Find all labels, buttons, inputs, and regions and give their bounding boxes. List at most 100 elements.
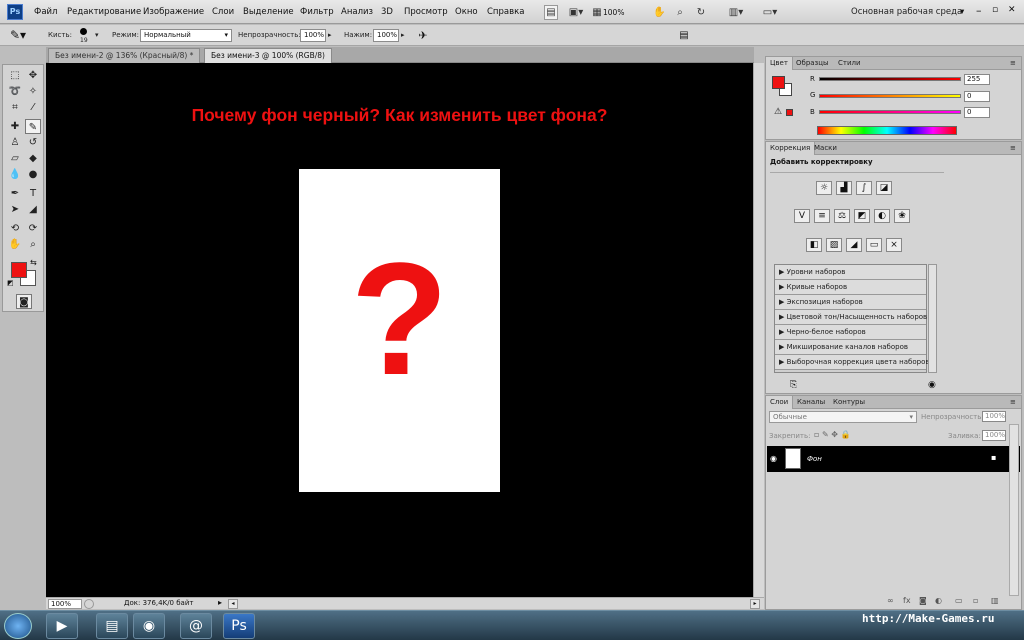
link-layers-icon[interactable]: ∞ xyxy=(887,596,894,605)
foreground-color-swatch[interactable] xyxy=(11,262,27,278)
default-colors-icon[interactable]: ◩ xyxy=(7,279,14,287)
doc-tab-2[interactable]: Без имени-3 @ 100% (RGB/8) xyxy=(204,48,332,63)
3d-rotate-icon[interactable]: ⟲ xyxy=(7,221,23,236)
menu-3d[interactable]: 3D xyxy=(381,7,393,17)
channel-r-value[interactable]: 255 xyxy=(964,74,990,85)
preset-black-white[interactable]: ▶ Черно-белое наборов xyxy=(775,325,926,340)
quick-mask-icon[interactable]: ◙ xyxy=(16,294,32,309)
clip-to-layer-icon[interactable]: ⎘ xyxy=(790,380,797,390)
posterize-icon[interactable]: ▨ xyxy=(826,238,842,252)
new-group-icon[interactable]: ▭ xyxy=(955,596,963,605)
threshold-icon[interactable]: ◢ xyxy=(846,238,862,252)
panel-menu-icon[interactable]: ≡ xyxy=(1006,142,1020,155)
explorer-icon[interactable]: ▤ xyxy=(96,613,128,639)
vibrance-icon[interactable]: V xyxy=(794,209,810,223)
eraser-icon[interactable]: ▱ xyxy=(7,151,23,166)
menu-edit[interactable]: Редактирование xyxy=(67,7,141,17)
mail-agent-icon[interactable]: @ xyxy=(180,613,212,639)
dodge-tool-icon[interactable]: ● xyxy=(25,167,41,182)
zoom-level[interactable]: 100% xyxy=(603,8,624,17)
workspace-switcher[interactable]: Основная рабочая среда xyxy=(851,7,962,17)
channel-mixer-icon[interactable]: ❀ xyxy=(894,209,910,223)
3d-orbit-icon[interactable]: ⟳ xyxy=(25,221,41,236)
lock-icons[interactable]: ▫ ✎ ✥ 🔒 xyxy=(814,430,850,439)
zoom-tool-icon[interactable]: ⌕ xyxy=(673,5,687,20)
status-menu-icon[interactable]: ▸ xyxy=(218,598,222,607)
clone-stamp-icon[interactable]: ♙ xyxy=(7,135,23,150)
layer-row[interactable]: ◉ Фон ▪ xyxy=(767,446,1020,472)
new-layer-icon[interactable]: ▫ xyxy=(973,596,978,605)
channel-r-slider[interactable] xyxy=(819,77,961,81)
tab-paths[interactable]: Контуры xyxy=(829,396,869,409)
photoshop-taskbar-icon[interactable]: Ps xyxy=(223,613,255,639)
adjustment-layer-icon[interactable]: ◐ xyxy=(935,596,942,605)
layers-scrollbar[interactable] xyxy=(1009,424,1019,596)
photo-filter-icon[interactable]: ◐ xyxy=(874,209,890,223)
curves-icon[interactable]: ∫ xyxy=(856,181,872,195)
panel-menu-icon[interactable]: ≡ xyxy=(1006,396,1020,409)
maximize-icon[interactable]: ▫ xyxy=(992,5,998,15)
eyedropper-icon[interactable]: ⁄ xyxy=(25,100,41,115)
path-selection-icon[interactable]: ➤ xyxy=(7,202,23,217)
channel-g-slider[interactable] xyxy=(819,94,961,98)
tab-layers[interactable]: Слои xyxy=(766,396,794,409)
opacity-dropdown-icon[interactable]: ▸ xyxy=(328,31,332,39)
firefox-icon[interactable]: ◉ xyxy=(133,613,165,639)
arrange-documents-icon[interactable]: ▥▾ xyxy=(726,5,746,20)
levels-icon[interactable]: ▟ xyxy=(836,181,852,195)
mini-bridge-icon[interactable]: ▣▾ xyxy=(566,5,586,20)
exposure-icon[interactable]: ◪ xyxy=(876,181,892,195)
scroll-left-icon[interactable]: ◂ xyxy=(228,599,238,609)
visibility-toggle-icon[interactable]: ◉ xyxy=(928,380,936,390)
close-icon[interactable]: ✕ xyxy=(1008,5,1016,15)
marquee-tool-icon[interactable]: ⬚ xyxy=(7,68,23,83)
document-canvas[interactable]: Почему фон черный? Как изменить цвет фон… xyxy=(46,63,753,597)
tab-masks[interactable]: Маски xyxy=(810,142,841,155)
channel-g-value[interactable]: 0 xyxy=(964,91,990,102)
hue-saturation-icon[interactable]: ≡ xyxy=(814,209,830,223)
mode-select[interactable]: Нормальный ▾ xyxy=(140,29,232,42)
gamut-warning-icon[interactable]: ⚠ xyxy=(774,107,782,117)
tab-channels[interactable]: Каналы xyxy=(793,396,829,409)
channel-b-value[interactable]: 0 xyxy=(964,107,990,118)
color-balance-icon[interactable]: ⚖ xyxy=(834,209,850,223)
type-tool-icon[interactable]: T xyxy=(25,186,41,201)
minimize-icon[interactable]: – xyxy=(976,4,982,17)
paint-bucket-icon[interactable]: ◆ xyxy=(25,151,41,166)
shape-tool-icon[interactable]: ◢ xyxy=(25,202,41,217)
lasso-tool-icon[interactable]: ➰ xyxy=(7,84,23,99)
gradient-map-icon[interactable]: ▭ xyxy=(866,238,882,252)
blend-mode-select[interactable]: Обычные ▾ xyxy=(769,411,917,423)
workspace-dropdown-icon[interactable]: ▾ xyxy=(960,7,964,17)
status-zoom-field[interactable]: 100% xyxy=(48,599,82,609)
healing-brush-icon[interactable]: ✚ xyxy=(7,119,23,134)
trash-icon[interactable]: ▥ xyxy=(991,596,999,605)
tab-adjustments[interactable]: Коррекция xyxy=(766,142,816,155)
preset-levels[interactable]: ▶ Уровни наборов xyxy=(775,265,926,280)
layer-name[interactable]: Фон xyxy=(807,455,822,463)
menu-analysis[interactable]: Анализ xyxy=(341,7,373,17)
preset-channel-mixer[interactable]: ▶ Микширование каналов наборов xyxy=(775,340,926,355)
eye-icon[interactable]: ◉ xyxy=(770,454,777,463)
brush-dropdown-icon[interactable]: ▾ xyxy=(95,31,99,39)
hand-tool-icon[interactable]: ✋ xyxy=(7,237,23,252)
menu-window[interactable]: Окно xyxy=(455,7,478,17)
color-spectrum-bar[interactable] xyxy=(817,126,957,135)
menu-help[interactable]: Справка xyxy=(487,7,524,17)
layer-opacity-field[interactable]: 100% xyxy=(982,411,1006,422)
preset-selective-color[interactable]: ▶ Выборочная коррекция цвета наборов xyxy=(775,355,930,370)
gamut-color-chip[interactable] xyxy=(786,109,793,116)
swap-colors-icon[interactable]: ⇆ xyxy=(30,258,37,267)
fg-color-chip[interactable] xyxy=(772,76,785,89)
selective-color-icon[interactable]: ⨯ xyxy=(886,238,902,252)
rotate-view-icon[interactable]: ↻ xyxy=(694,5,708,20)
bridge-icon[interactable]: ▤ xyxy=(544,5,558,20)
invert-icon[interactable]: ◧ xyxy=(806,238,822,252)
airbrush-icon[interactable]: ✈ xyxy=(415,28,431,43)
brightness-icon[interactable]: ☼ xyxy=(816,181,832,195)
tab-color[interactable]: Цвет xyxy=(766,57,793,70)
screen-mode-icon[interactable]: ▭▾ xyxy=(760,5,780,20)
history-brush-icon[interactable]: ↺ xyxy=(25,135,41,150)
start-button[interactable] xyxy=(4,613,32,639)
preset-hue-saturation[interactable]: ▶ Цветовой тон/Насыщенность наборов xyxy=(775,310,927,325)
